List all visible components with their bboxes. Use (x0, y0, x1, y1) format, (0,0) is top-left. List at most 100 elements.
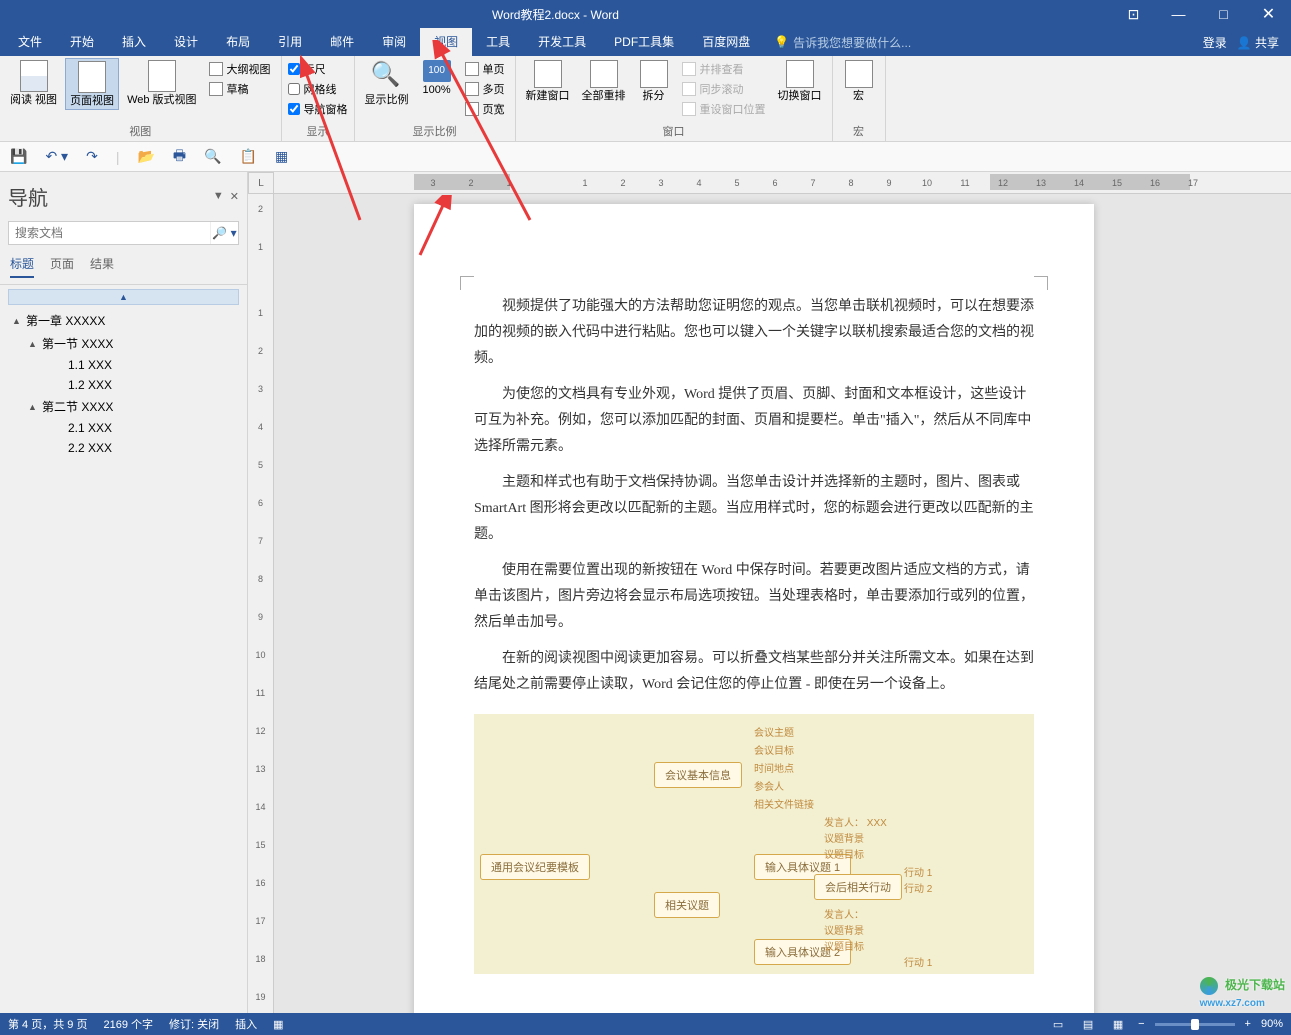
search-icon[interactable]: 🔎 ▾ (210, 222, 238, 244)
tab-insert[interactable]: 插入 (108, 28, 160, 56)
status-page[interactable]: 第 4 页，共 9 页 (8, 1016, 87, 1032)
status-word-count[interactable]: 2169 个字 (103, 1016, 153, 1032)
paragraph[interactable]: 为使您的文档具有专业外观，Word 提供了页眉、页脚、封面和文本框设计，这些设计… (474, 382, 1034, 460)
tell-me-placeholder: 告诉我您想要做什么... (793, 34, 911, 51)
nav-tree-item[interactable]: 1.1 XXX (8, 355, 239, 375)
nav-collapse-bar[interactable]: ▲ (8, 289, 239, 305)
login-button[interactable]: 登录 (1203, 34, 1227, 51)
qat-table-icon[interactable]: ▦ (275, 148, 288, 165)
nav-tab-pages[interactable]: 页面 (50, 255, 74, 278)
nav-tree-item[interactable]: ▲第一章 XXXXX (8, 309, 239, 332)
zoom-100-icon: 100 (423, 60, 451, 82)
draft-view-button[interactable]: 草稿 (205, 80, 275, 98)
zoom-level[interactable]: 90% (1261, 1018, 1283, 1030)
mm-leaf: 议题背景 (824, 830, 864, 845)
nav-tree-item[interactable]: ▲第二节 XXXX (8, 395, 239, 418)
nav-tree-item[interactable]: 2.1 XXX (8, 418, 239, 438)
tab-pdf[interactable]: PDF工具集 (600, 28, 688, 56)
web-layout-label: Web 版式视图 (127, 94, 196, 106)
tab-home[interactable]: 开始 (56, 28, 108, 56)
zoom-in-icon[interactable]: + (1245, 1018, 1251, 1030)
reading-view-icon (20, 60, 48, 92)
qat-preview-icon[interactable]: 🔍 (204, 148, 221, 165)
tab-file[interactable]: 文件 (4, 28, 56, 56)
mm-node: 相关议题 (654, 892, 720, 918)
arrange-all-button[interactable]: 全部重排 (578, 58, 630, 104)
qat-paste-icon[interactable]: 📋 (240, 148, 257, 165)
nav-tree-item[interactable]: ▲第一节 XXXX (8, 332, 239, 355)
multi-page-button[interactable]: 多页 (461, 80, 509, 98)
web-layout-icon (148, 60, 176, 92)
navpane-checkbox[interactable]: 导航窗格 (288, 100, 348, 118)
share-button[interactable]: 👤 共享 (1237, 34, 1279, 51)
draft-icon (209, 82, 223, 96)
qat-redo-icon[interactable]: ↷ (86, 148, 98, 165)
one-page-button[interactable]: 单页 (461, 60, 509, 78)
zoom-group-label: 显示比例 (361, 125, 509, 141)
new-window-button[interactable]: 新建窗口 (522, 58, 574, 104)
zoom-icon: 🔍 (371, 60, 403, 92)
qat-save-icon[interactable]: 💾 (10, 148, 27, 165)
qat-undo-icon[interactable]: ↶ ▾ (45, 148, 68, 165)
mm-leaf: 行动 1 (904, 954, 932, 969)
status-print-view-icon[interactable]: ▤ (1078, 1016, 1098, 1032)
mm-leaf: 行动 2 (904, 880, 932, 895)
outline-view-button[interactable]: 大纲视图 (205, 60, 275, 78)
switch-windows-button[interactable]: 切换窗口 (774, 58, 826, 104)
tab-references[interactable]: 引用 (264, 28, 316, 56)
tab-tools[interactable]: 工具 (472, 28, 524, 56)
mindmap-diagram: 通用会议纪要模板 会议基本信息 相关议题 输入具体议题 1 输入具体议题 2 会… (474, 714, 1034, 974)
switch-windows-label: 切换窗口 (778, 90, 822, 102)
window-maximize-icon[interactable]: □ (1201, 0, 1246, 28)
horizontal-ruler[interactable]: 3211234567891011121314151617 (274, 172, 1291, 194)
tell-me-search[interactable]: 💡 告诉我您想要做什么... (774, 34, 911, 51)
tab-baidu[interactable]: 百度网盘 (688, 28, 764, 56)
paragraph[interactable]: 主题和样式也有助于文档保持协调。当您单击设计并选择新的主题时，图片、图表或 Sm… (474, 470, 1034, 548)
watermark: 极光下载站 www.xz7.com (1200, 976, 1285, 1009)
tab-mailings[interactable]: 邮件 (316, 28, 368, 56)
document-page[interactable]: 视频提供了功能强大的方法帮助您证明您的观点。当您单击联机视频时，可以在想要添加的… (414, 204, 1094, 1013)
zoom-button[interactable]: 🔍 显示比例 (361, 58, 413, 108)
web-layout-button[interactable]: Web 版式视图 (123, 58, 200, 108)
tab-design[interactable]: 设计 (160, 28, 212, 56)
nav-tab-headings[interactable]: 标题 (10, 255, 34, 278)
nav-pane-title: 导航 (8, 182, 48, 211)
reset-position-icon (682, 102, 696, 116)
status-web-view-icon[interactable]: ▦ (1108, 1016, 1128, 1032)
vertical-ruler[interactable]: 211234567891011121314151617181920 (248, 194, 274, 1013)
status-track-changes[interactable]: 修订: 关闭 (169, 1016, 219, 1032)
tab-layout[interactable]: 布局 (212, 28, 264, 56)
gridlines-checkbox[interactable]: 网格线 (288, 80, 348, 98)
paragraph[interactable]: 使用在需要位置出现的新按钮在 Word 中保存时间。若要更改图片适应文档的方式，… (474, 558, 1034, 636)
nav-tree-item[interactable]: 2.2 XXX (8, 438, 239, 458)
window-minimize-icon[interactable]: — (1156, 0, 1201, 28)
qat-open-icon[interactable]: 📂 (137, 148, 154, 165)
tab-developer[interactable]: 开发工具 (524, 28, 600, 56)
nav-tree-item[interactable]: 1.2 XXX (8, 375, 239, 395)
window-restore-icon[interactable]: ⊡ (1111, 0, 1156, 28)
split-button[interactable]: 拆分 (634, 58, 674, 104)
ruler-checkbox[interactable]: 标尺 (288, 60, 348, 78)
status-macro-icon[interactable]: ▦ (273, 1018, 283, 1031)
nav-dropdown-icon[interactable]: ▼ (213, 190, 224, 203)
status-read-view-icon[interactable]: ▭ (1048, 1016, 1068, 1032)
mm-node: 会议基本信息 (654, 762, 742, 788)
paragraph[interactable]: 在新的阅读视图中阅读更加容易。可以折叠文档某些部分并关注所需文本。如果在达到结尾… (474, 646, 1034, 698)
nav-close-icon[interactable]: ✕ (230, 190, 239, 203)
macros-button[interactable]: 宏 (839, 58, 879, 104)
tab-view[interactable]: 视图 (420, 28, 472, 56)
zoom-100-button[interactable]: 100 100% (417, 58, 457, 98)
page-width-button[interactable]: 页宽 (461, 100, 509, 118)
nav-tab-results[interactable]: 结果 (90, 255, 114, 278)
qat-print-icon[interactable]: 🖶 (173, 145, 186, 169)
window-close-icon[interactable]: ✕ (1246, 0, 1291, 28)
status-insert-mode[interactable]: 插入 (235, 1016, 257, 1032)
ruler-corner[interactable]: L (248, 172, 274, 194)
print-layout-button[interactable]: 页面视图 (65, 58, 119, 110)
paragraph[interactable]: 视频提供了功能强大的方法帮助您证明您的观点。当您单击联机视频时，可以在想要添加的… (474, 294, 1034, 372)
zoom-out-icon[interactable]: − (1138, 1018, 1144, 1030)
nav-search-input[interactable] (9, 222, 210, 244)
tab-review[interactable]: 审阅 (368, 28, 420, 56)
zoom-slider[interactable] (1155, 1023, 1235, 1026)
reading-view-button[interactable]: 阅读 视图 (6, 58, 61, 108)
